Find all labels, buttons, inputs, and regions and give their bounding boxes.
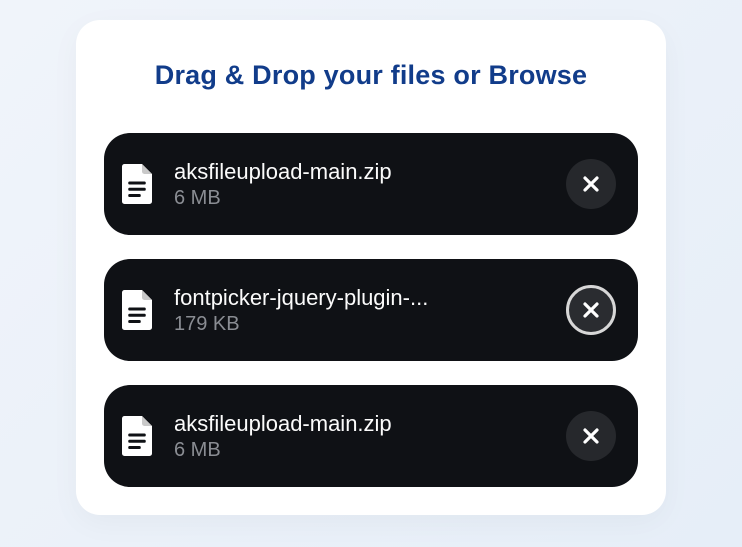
file-icon (122, 290, 152, 330)
file-name: aksfileupload-main.zip (174, 158, 550, 186)
close-icon (583, 176, 599, 192)
file-item: aksfileupload-main.zip 6 MB (104, 133, 638, 235)
file-list: aksfileupload-main.zip 6 MB f (104, 133, 638, 487)
file-icon (122, 164, 152, 204)
file-meta: fontpicker-jquery-plugin-... 179 KB (174, 284, 550, 337)
remove-button[interactable] (566, 285, 616, 335)
remove-button[interactable] (566, 411, 616, 461)
file-size: 6 MB (174, 439, 550, 462)
file-item: fontpicker-jquery-plugin-... 179 KB (104, 259, 638, 361)
close-icon (583, 302, 599, 318)
file-size: 179 KB (174, 313, 550, 336)
remove-button[interactable] (566, 159, 616, 209)
browse-link[interactable]: Browse (489, 60, 588, 90)
file-meta: aksfileupload-main.zip 6 MB (174, 158, 550, 211)
file-item: aksfileupload-main.zip 6 MB (104, 385, 638, 487)
file-meta: aksfileupload-main.zip 6 MB (174, 410, 550, 463)
upload-card: Drag & Drop your files or Browse aksfile… (76, 20, 666, 515)
file-name: fontpicker-jquery-plugin-... (174, 284, 550, 312)
file-name: aksfileupload-main.zip (174, 410, 550, 438)
dropzone-title[interactable]: Drag & Drop your files or Browse (104, 60, 638, 91)
close-icon (583, 428, 599, 444)
file-icon (122, 416, 152, 456)
title-prefix: Drag & Drop your files or (155, 60, 489, 90)
file-size: 6 MB (174, 187, 550, 210)
